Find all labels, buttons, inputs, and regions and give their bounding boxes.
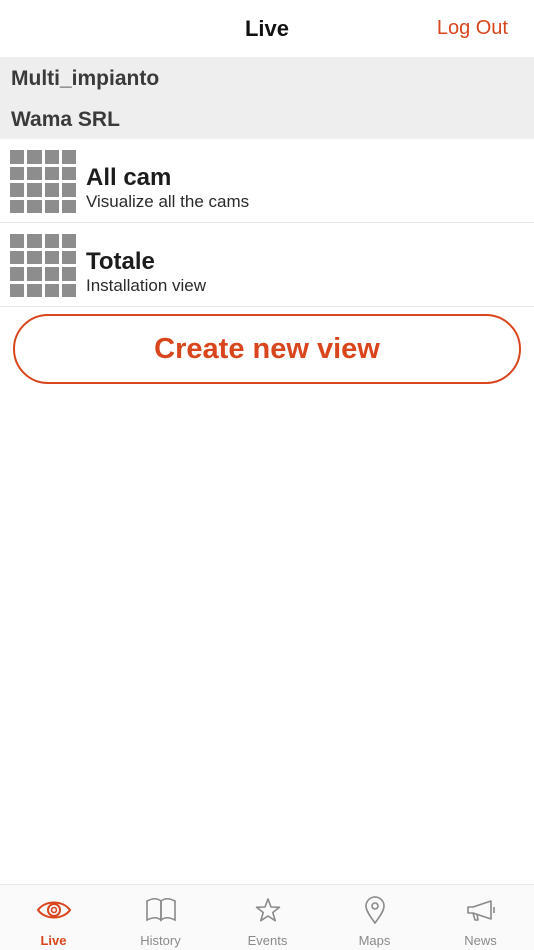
grid-icon bbox=[10, 150, 76, 213]
view-row-totale[interactable]: Totale Installation view bbox=[0, 223, 534, 307]
navigation-bar: Live Log Out bbox=[0, 0, 534, 57]
tab-label: Events bbox=[247, 933, 288, 948]
tab-label: History bbox=[140, 933, 181, 948]
tab-maps[interactable]: Maps bbox=[321, 885, 428, 950]
tab-label: Live bbox=[40, 933, 67, 948]
tab-events[interactable]: Events bbox=[214, 885, 321, 950]
tab-news[interactable]: News bbox=[427, 885, 534, 950]
logout-button[interactable]: Log Out bbox=[437, 17, 508, 40]
map-pin-icon bbox=[364, 896, 385, 924]
view-title: All cam bbox=[86, 164, 172, 191]
group-name: Multi_impianto bbox=[11, 67, 160, 90]
grid-icon bbox=[10, 234, 76, 297]
star-icon bbox=[255, 898, 280, 922]
view-subtitle: Visualize all the cams bbox=[86, 192, 250, 211]
view-row-all-cam[interactable]: All cam Visualize all the cams bbox=[0, 139, 534, 223]
view-title: Totale bbox=[86, 248, 155, 275]
megaphone-icon bbox=[466, 900, 495, 921]
view-subtitle: Installation view bbox=[86, 276, 207, 295]
tab-history[interactable]: History bbox=[107, 885, 214, 950]
installation-group-header: Multi_impianto Wama SRL bbox=[0, 57, 534, 139]
tab-label: Maps bbox=[358, 933, 391, 948]
tab-bar: Live History Events Maps News bbox=[0, 884, 534, 950]
tab-label: News bbox=[464, 933, 497, 948]
tab-live[interactable]: Live bbox=[0, 885, 107, 950]
company-name: Wama SRL bbox=[11, 108, 120, 131]
eye-icon bbox=[36, 901, 71, 919]
book-icon bbox=[145, 897, 176, 922]
create-new-view-button[interactable]: Create new view bbox=[13, 314, 521, 384]
